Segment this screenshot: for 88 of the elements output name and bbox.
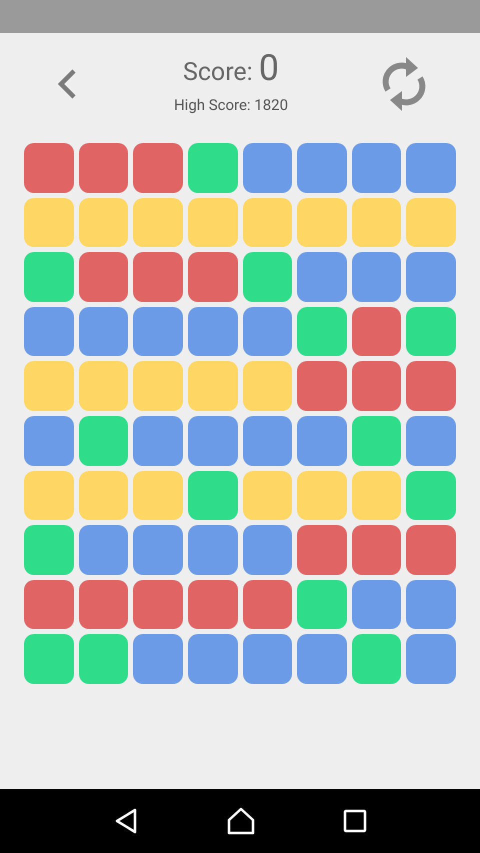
tile[interactable] bbox=[406, 252, 456, 302]
tile[interactable] bbox=[24, 306, 74, 356]
tile[interactable] bbox=[297, 525, 347, 575]
tile[interactable] bbox=[78, 198, 128, 248]
tile[interactable] bbox=[406, 580, 456, 630]
tile[interactable] bbox=[188, 143, 238, 193]
tile[interactable] bbox=[24, 198, 74, 248]
tile[interactable] bbox=[78, 470, 128, 520]
tile[interactable] bbox=[188, 634, 238, 684]
tile[interactable] bbox=[352, 306, 402, 356]
high-score: High Score: 1820 bbox=[174, 94, 288, 116]
score-label: Score: bbox=[183, 60, 253, 85]
tile[interactable] bbox=[406, 416, 456, 466]
home-icon[interactable] bbox=[226, 807, 256, 835]
tile[interactable] bbox=[352, 143, 402, 193]
tile[interactable] bbox=[188, 580, 238, 630]
tile[interactable] bbox=[133, 252, 183, 302]
tile[interactable] bbox=[242, 306, 292, 356]
tile[interactable] bbox=[78, 525, 128, 575]
tile[interactable] bbox=[24, 143, 74, 193]
tile[interactable] bbox=[406, 525, 456, 575]
tile[interactable] bbox=[406, 143, 456, 193]
tile[interactable] bbox=[297, 198, 347, 248]
tile[interactable] bbox=[24, 580, 74, 630]
back-icon[interactable] bbox=[113, 808, 140, 834]
tile[interactable] bbox=[78, 580, 128, 630]
tile[interactable] bbox=[406, 198, 456, 248]
tile[interactable] bbox=[242, 634, 292, 684]
tile[interactable] bbox=[133, 525, 183, 575]
tile[interactable] bbox=[297, 416, 347, 466]
tile[interactable] bbox=[188, 361, 238, 411]
tile[interactable] bbox=[133, 416, 183, 466]
tile[interactable] bbox=[352, 634, 402, 684]
tile[interactable] bbox=[242, 470, 292, 520]
tile[interactable] bbox=[78, 361, 128, 411]
tile[interactable] bbox=[188, 416, 238, 466]
tile[interactable] bbox=[188, 525, 238, 575]
score-value: 0 bbox=[258, 50, 279, 86]
tile[interactable] bbox=[133, 361, 183, 411]
tile[interactable] bbox=[352, 198, 402, 248]
tile[interactable] bbox=[406, 470, 456, 520]
refresh-icon bbox=[380, 54, 428, 114]
tile[interactable] bbox=[242, 143, 292, 193]
tile[interactable] bbox=[24, 470, 74, 520]
tile[interactable] bbox=[352, 416, 402, 466]
tile[interactable] bbox=[297, 252, 347, 302]
tile[interactable] bbox=[406, 306, 456, 356]
tile[interactable] bbox=[78, 416, 128, 466]
tile[interactable] bbox=[24, 361, 74, 411]
tile[interactable] bbox=[242, 416, 292, 466]
tile[interactable] bbox=[242, 525, 292, 575]
tile[interactable] bbox=[297, 361, 347, 411]
tile[interactable] bbox=[24, 634, 74, 684]
tile[interactable] bbox=[24, 252, 74, 302]
tile[interactable] bbox=[188, 252, 238, 302]
tile[interactable] bbox=[133, 143, 183, 193]
tile[interactable] bbox=[297, 470, 347, 520]
tile[interactable] bbox=[297, 143, 347, 193]
tile[interactable] bbox=[78, 306, 128, 356]
tile[interactable] bbox=[242, 361, 292, 411]
tile[interactable] bbox=[352, 580, 402, 630]
tile[interactable] bbox=[406, 361, 456, 411]
tile[interactable] bbox=[297, 306, 347, 356]
tile[interactable] bbox=[78, 143, 128, 193]
tile[interactable] bbox=[78, 252, 128, 302]
square-icon[interactable] bbox=[342, 809, 367, 833]
tile[interactable] bbox=[133, 634, 183, 684]
tile[interactable] bbox=[24, 416, 74, 466]
tile[interactable] bbox=[352, 361, 402, 411]
tile[interactable] bbox=[242, 252, 292, 302]
tile[interactable] bbox=[297, 580, 347, 630]
tile[interactable] bbox=[352, 470, 402, 520]
tile[interactable] bbox=[24, 525, 74, 575]
tile[interactable] bbox=[406, 634, 456, 684]
tile[interactable] bbox=[133, 306, 183, 356]
tile[interactable] bbox=[188, 306, 238, 356]
tile[interactable] bbox=[352, 525, 402, 575]
tile[interactable] bbox=[297, 634, 347, 684]
back-icon bbox=[56, 68, 78, 100]
tile[interactable] bbox=[242, 580, 292, 630]
tile[interactable] bbox=[188, 470, 238, 520]
tile[interactable] bbox=[188, 198, 238, 248]
tile[interactable] bbox=[133, 580, 183, 630]
tile[interactable] bbox=[133, 198, 183, 248]
tile[interactable] bbox=[133, 470, 183, 520]
tile[interactable] bbox=[242, 198, 292, 248]
tile[interactable] bbox=[78, 634, 128, 684]
tile[interactable] bbox=[352, 252, 402, 302]
